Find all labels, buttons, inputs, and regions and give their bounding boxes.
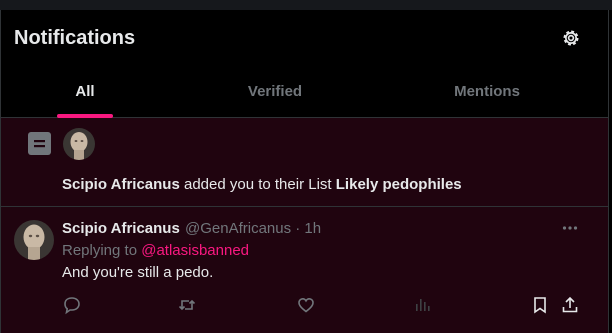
notifications-header: Notifications [0,10,608,65]
tab-verified-label: Verified [247,82,303,100]
list-name-link[interactable]: Likely pedophiles [336,176,462,193]
replying-to-line: Replying to @atlasisbanned [62,242,249,259]
bookmark-icon[interactable] [530,295,550,315]
list-icon [28,132,51,155]
replying-to-prefix: Replying to [62,242,138,259]
reply-icon[interactable] [62,295,82,315]
tab-all-label: All [75,82,95,100]
notification-action-text: added you to their List [183,176,332,193]
avatar[interactable] [14,220,54,260]
like-icon[interactable] [296,295,316,315]
notification-actor[interactable]: Scipio Africanus [62,176,180,193]
notification-text: Scipio Africanus added you to their List… [62,176,462,193]
tweet-handle-time[interactable]: @GenAfricanus · 1h [185,220,321,237]
tab-verified[interactable]: Verified [190,65,360,117]
gear-icon[interactable] [560,27,582,49]
views-icon[interactable] [412,295,432,315]
tab-mentions[interactable]: Mentions [402,65,572,117]
retweet-icon[interactable] [177,295,197,315]
replying-to-mention[interactable]: @atlasisbanned [141,242,249,259]
more-options-icon[interactable] [561,219,579,237]
window-top-strip [0,0,612,10]
tweet-text: And you're still a pedo. [62,264,214,281]
reply-tweet[interactable]: Scipio Africanus @GenAfricanus · 1h Repl… [1,207,608,333]
tab-all[interactable]: All [0,65,170,117]
list-added-notification[interactable]: Scipio Africanus added you to their List… [1,118,608,207]
page-title: Notifications [14,27,136,49]
avatar[interactable] [63,128,95,160]
share-icon[interactable] [560,295,580,315]
column-border-right [608,10,609,333]
tab-mentions-label: Mentions [454,82,520,100]
notification-tabs: All Verified Mentions [0,65,608,118]
tweet-author-name[interactable]: Scipio Africanus [62,220,180,237]
